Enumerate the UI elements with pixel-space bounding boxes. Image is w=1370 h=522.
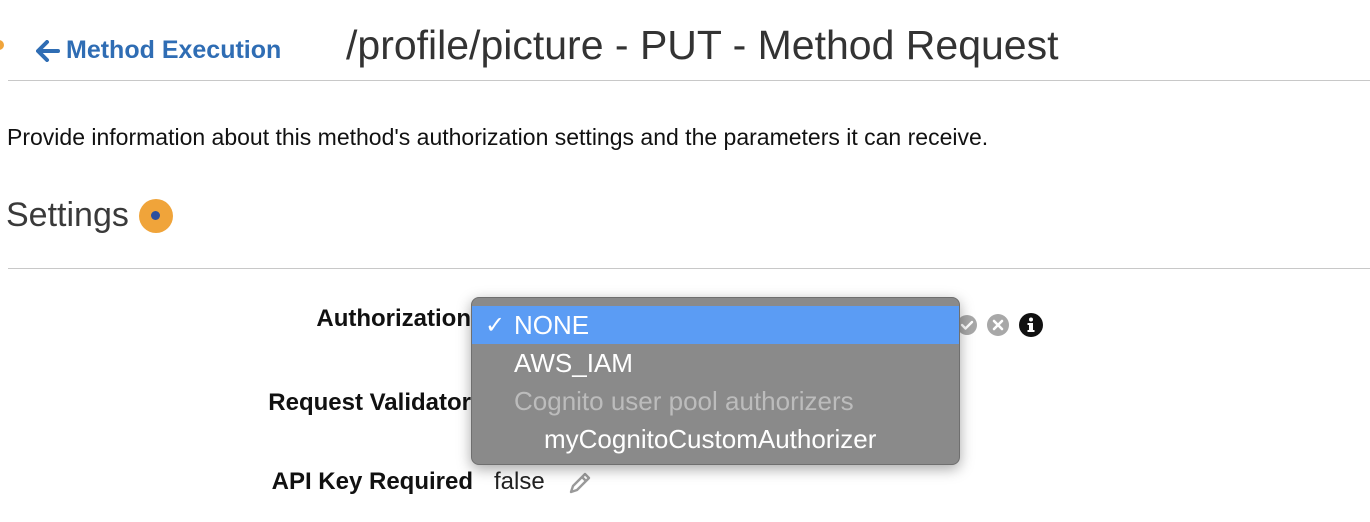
header-divider	[8, 80, 1370, 81]
dropdown-option-none[interactable]: ✓ NONE	[472, 306, 959, 344]
info-icon[interactable]	[1018, 312, 1044, 338]
page-description: Provide information about this method's …	[7, 124, 989, 150]
authorization-dropdown[interactable]: ✓ NONE AWS_IAM Cognito user pool authori…	[471, 297, 960, 465]
checkmark-icon: ✓	[484, 311, 506, 339]
option-label: myCognitoCustomAuthorizer	[544, 423, 877, 454]
request-validator-label: Request Validator	[268, 389, 471, 416]
page-title: /profile/picture - PUT - Method Request	[346, 22, 1059, 68]
authorization-actions	[956, 312, 1044, 338]
settings-divider	[8, 268, 1370, 269]
arrow-left-icon	[36, 39, 60, 62]
cancel-circle-icon[interactable]	[986, 313, 1010, 337]
authorization-label: Authorization	[316, 305, 471, 332]
dropdown-group-cognito: Cognito user pool authorizers	[472, 382, 959, 420]
settings-heading-label: Settings	[6, 196, 129, 234]
page-header: Method Execution /profile/picture - PUT …	[0, 0, 1370, 82]
api-key-required-label: API Key Required	[271, 468, 473, 495]
pencil-icon[interactable]	[567, 470, 593, 501]
method-request-page: Method Execution /profile/picture - PUT …	[0, 0, 1370, 522]
option-group-label: Cognito user pool authorizers	[514, 385, 854, 416]
dropdown-option-my-cognito-authorizer[interactable]: myCognitoCustomAuthorizer	[472, 420, 959, 458]
option-label: AWS_IAM	[514, 347, 633, 378]
settings-heading: Settings	[6, 196, 173, 235]
option-label: NONE	[514, 309, 590, 340]
api-key-required-value: false	[494, 468, 545, 495]
back-link-label: Method Execution	[66, 36, 282, 64]
dropdown-option-aws-iam[interactable]: AWS_IAM	[472, 344, 959, 382]
back-to-method-execution-link[interactable]: Method Execution	[36, 36, 281, 65]
status-dot-icon	[138, 198, 173, 233]
